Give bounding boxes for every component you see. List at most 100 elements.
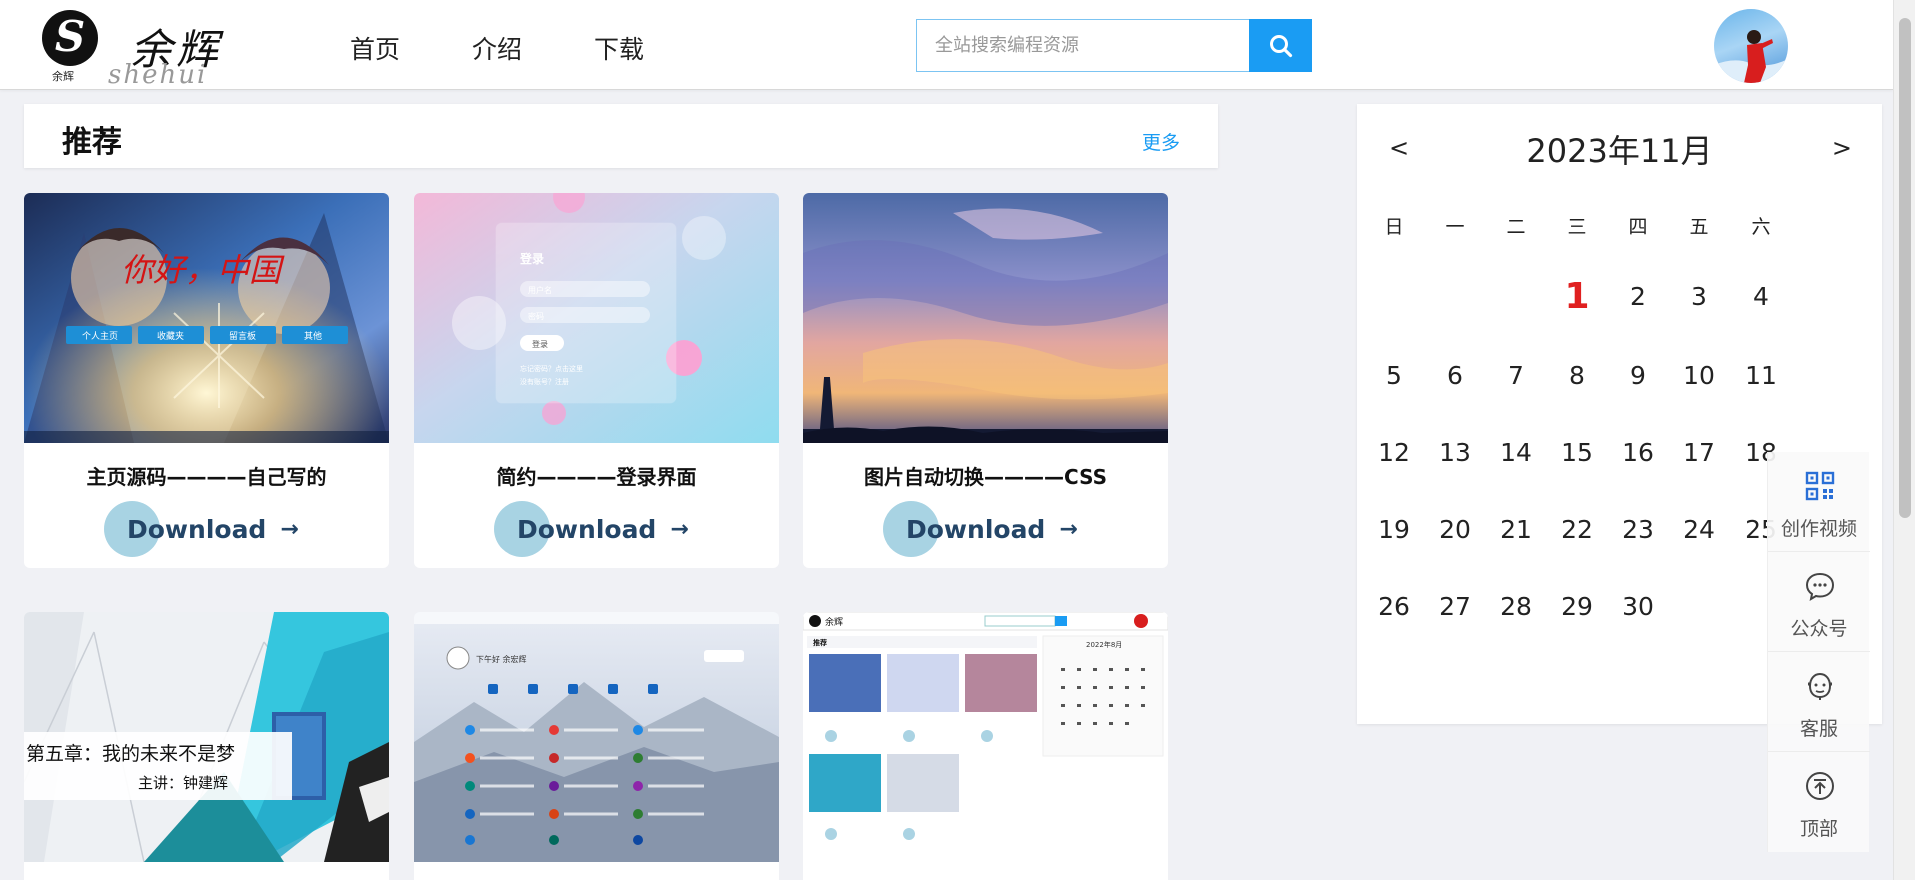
calendar-day[interactable]: 10 — [1669, 361, 1729, 390]
calendar-day[interactable]: 24 — [1669, 515, 1729, 544]
download-button[interactable]: Download → — [104, 501, 299, 557]
recommend-bar: 推荐 更多 — [24, 104, 1218, 168]
calendar-day[interactable]: 5 — [1364, 361, 1424, 390]
card-thumbnail: 余辉 推荐 2022年8月 — [803, 612, 1168, 862]
logo-mark: S — [42, 10, 98, 66]
download-label: Download — [517, 514, 657, 544]
recommend-title: 推荐 — [62, 125, 122, 160]
calendar-weekday: 一 — [1445, 216, 1465, 238]
svg-text:你好，中国: 你好，中国 — [121, 251, 285, 289]
card-title: 简约————登录界面 — [496, 465, 697, 489]
search-button[interactable] — [1249, 19, 1312, 72]
side-tool-service[interactable]: 客服 — [1768, 652, 1870, 752]
svg-text:留言板: 留言板 — [229, 330, 256, 342]
resource-card-2[interactable]: 登录 用户名 密码 登录 忘记密码？点击这里 没有账号？注册 简约————登录界… — [414, 193, 779, 568]
calendar-day[interactable]: 26 — [1364, 592, 1424, 621]
card-thumbnail: 你好，中国 个人主页 收藏夹 留言板 其他 — [24, 193, 389, 443]
calendar-day[interactable]: 11 — [1731, 361, 1791, 390]
download-label: Download — [127, 514, 267, 544]
calendar-day[interactable]: 17 — [1669, 438, 1729, 467]
side-tool-label: 公众号 — [1790, 618, 1848, 640]
svg-text:主讲：钟建辉: 主讲：钟建辉 — [138, 774, 228, 792]
svg-text:2022年8月: 2022年8月 — [1086, 640, 1122, 649]
calendar-weekday: 六 — [1751, 216, 1771, 238]
nav-item-download[interactable]: 下载 — [594, 30, 644, 66]
logo-script-subtitle: shehui — [108, 60, 208, 90]
svg-text:忘记密码？点击这里: 忘记密码？点击这里 — [520, 364, 583, 373]
calendar-day[interactable]: 28 — [1486, 592, 1546, 621]
calendar-day[interactable]: 8 — [1547, 361, 1607, 390]
svg-text:密码: 密码 — [528, 311, 544, 321]
svg-text:第五章：我的未来不是梦: 第五章：我的未来不是梦 — [26, 743, 235, 765]
calendar-day[interactable]: 9 — [1608, 361, 1668, 390]
side-tool-label: 顶部 — [1799, 818, 1838, 840]
calendar-weekday: 五 — [1689, 216, 1709, 238]
card1-tagline: 你好，中国 — [121, 251, 285, 289]
more-link[interactable]: 更多 — [1142, 128, 1180, 155]
svg-text:用户名: 用户名 — [528, 285, 552, 295]
calendar-day[interactable]: 3 — [1669, 282, 1729, 311]
download-button[interactable]: Download → — [883, 501, 1078, 557]
back-to-top-icon — [1806, 772, 1834, 800]
calendar-day-today[interactable]: 1 — [1547, 276, 1607, 317]
floating-toolbar: 创作视频 公众号 客服 顶部 — [1767, 452, 1870, 852]
resource-card-4[interactable]: 第五章：我的未来不是梦 主讲：钟建辉 — [24, 612, 389, 880]
svg-text:登录: 登录 — [519, 251, 544, 266]
card-thumbnail — [803, 193, 1168, 443]
main-nav: 首页 介绍 下载 — [350, 30, 644, 66]
svg-text:下午好 余宏辉: 下午好 余宏辉 — [476, 654, 527, 664]
card-thumbnail: 第五章：我的未来不是梦 主讲：钟建辉 — [24, 612, 389, 862]
side-tool-top[interactable]: 顶部 — [1768, 752, 1870, 852]
resource-card-1[interactable]: 你好，中国 个人主页 收藏夹 留言板 其他 主页源码————自己写的 Downl… — [24, 193, 389, 568]
scrollbar-thumb[interactable] — [1899, 18, 1911, 518]
calendar-day[interactable]: 6 — [1425, 361, 1485, 390]
card-title: 主页源码————自己写的 — [86, 465, 327, 489]
calendar-day[interactable]: 20 — [1425, 515, 1485, 544]
nav-item-home[interactable]: 首页 — [350, 30, 400, 66]
page-scrollbar[interactable] — [1893, 0, 1915, 880]
resource-card-6[interactable]: 余辉 推荐 2022年8月 — [803, 612, 1168, 880]
search-box — [916, 19, 1312, 72]
calendar-day[interactable]: 19 — [1364, 515, 1424, 544]
side-tool-label: 客服 — [1799, 718, 1838, 740]
nav-item-intro[interactable]: 介绍 — [472, 30, 522, 66]
qrcode-icon — [1805, 471, 1835, 501]
arrow-right-icon: → — [670, 516, 689, 542]
logo-mark-caption: 余辉 — [52, 70, 74, 83]
calendar-day[interactable]: 12 — [1364, 438, 1424, 467]
calendar-day[interactable]: 23 — [1608, 515, 1668, 544]
calendar-day[interactable]: 16 — [1608, 438, 1668, 467]
calendar-day[interactable]: 15 — [1547, 438, 1607, 467]
side-tool-video[interactable]: 创作视频 — [1768, 452, 1870, 552]
calendar-day[interactable]: 27 — [1425, 592, 1485, 621]
calendar-day[interactable]: 14 — [1486, 438, 1546, 467]
calendar-weekday: 日 — [1384, 216, 1404, 238]
svg-text:登录: 登录 — [532, 339, 548, 349]
calendar-day[interactable]: 2 — [1608, 282, 1668, 311]
download-label: Download — [906, 514, 1046, 544]
resource-card-5[interactable]: 下午好 余宏辉 — [414, 612, 779, 880]
resource-card-3[interactable]: 图片自动切换————CSS Download → — [803, 193, 1168, 568]
calendar-day[interactable]: 7 — [1486, 361, 1546, 390]
side-tool-wechat[interactable]: 公众号 — [1768, 552, 1870, 652]
card-title: 图片自动切换————CSS — [864, 465, 1107, 489]
svg-text:其他: 其他 — [304, 330, 322, 342]
calendar-weekday: 二 — [1506, 216, 1526, 238]
svg-text:收藏夹: 收藏夹 — [157, 330, 184, 342]
customer-service-icon — [1808, 672, 1832, 700]
calendar-day[interactable]: 4 — [1731, 282, 1791, 311]
calendar-day[interactable]: 21 — [1486, 515, 1546, 544]
download-button[interactable]: Download → — [494, 501, 689, 557]
calendar-day[interactable]: 30 — [1608, 592, 1668, 621]
calendar-day[interactable]: 22 — [1547, 515, 1607, 544]
calendar-day[interactable]: 29 — [1547, 592, 1607, 621]
svg-text:个人主页: 个人主页 — [82, 330, 118, 342]
arrow-right-icon: → — [280, 516, 299, 542]
calendar-day[interactable]: 13 — [1425, 438, 1485, 467]
calendar-weekday: 四 — [1628, 216, 1648, 238]
calendar-next-button[interactable]: > — [1832, 134, 1852, 162]
side-tool-label: 创作视频 — [1780, 518, 1857, 540]
site-logo[interactable]: S 余辉 余辉 shehui — [42, 8, 252, 90]
search-input[interactable] — [916, 19, 1249, 72]
user-avatar[interactable] — [1714, 9, 1788, 83]
